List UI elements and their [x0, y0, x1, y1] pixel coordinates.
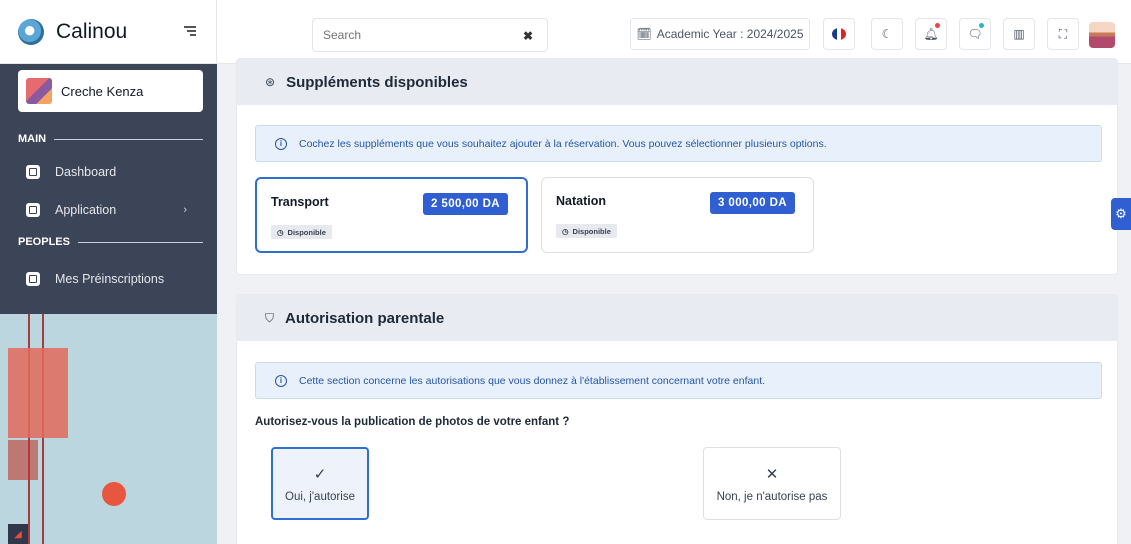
message-dot	[979, 23, 984, 28]
status-badge: ◷ Disponible	[271, 225, 332, 239]
menu-toggle-icon[interactable]	[184, 26, 196, 36]
list-icon	[26, 272, 40, 286]
school-avatar	[26, 78, 52, 104]
brand-logo-icon	[18, 19, 44, 45]
notifications-button[interactable]: 🔔︎	[915, 18, 947, 50]
option-name: Natation	[556, 194, 606, 208]
choice-label: Oui, j'autorise	[285, 490, 355, 503]
search-box[interactable]: ✖	[312, 18, 548, 52]
messages-button[interactable]: 🗨	[959, 18, 991, 50]
info-icon: i	[275, 137, 287, 150]
notification-dot	[935, 23, 940, 28]
academic-year-button[interactable]: 🗓 Academic Year : 2024/2025	[630, 18, 810, 50]
status-label: Disponible	[572, 226, 611, 236]
supplement-option-natation[interactable]: Natation 3 000,00 DA ◷ Disponible	[541, 177, 814, 253]
fullscreen-icon: ⛶	[1058, 26, 1068, 41]
authorization-info-alert: i Cette section concerne les autorisatio…	[255, 362, 1102, 399]
french-flag-icon	[832, 28, 846, 40]
decor-lamp	[8, 348, 68, 438]
close-icon[interactable]: ✖	[523, 29, 533, 43]
option-price: 2 500,00 DA	[423, 193, 508, 215]
school-selector[interactable]: Creche Kenza	[18, 70, 203, 112]
status-badge: ◷ Disponible	[556, 224, 617, 238]
clock-icon: ◷	[562, 226, 569, 236]
dark-mode-button[interactable]: ☾	[871, 18, 903, 50]
sidebar-item-label: Mes Préinscriptions	[55, 272, 165, 286]
photo-question: Autorisez-vous la publication de photos …	[255, 416, 570, 428]
sidebar-item-dashboard[interactable]: Dashboard	[26, 165, 201, 179]
sidebar: ◢ Creche Kenza MAIN Dashboard Applicatio…	[0, 64, 217, 544]
choice-yes[interactable]: ✓ Oui, j'autorise	[271, 447, 369, 520]
chevron-right-icon: ›	[183, 204, 187, 216]
brand: Calinou	[0, 0, 217, 64]
status-label: Disponible	[287, 227, 326, 237]
supplements-header: ⊛ Suppléments disponibles	[237, 59, 1117, 105]
calendar-icon: 🗓	[636, 27, 652, 41]
authorization-card: ⛉ Autorisation parentale i Cette section…	[236, 294, 1118, 544]
supplements-info-alert: i Cochez les suppléments que vous souhai…	[255, 125, 1102, 162]
option-name: Transport	[271, 195, 329, 209]
application-icon	[26, 203, 40, 217]
decor-lamp	[8, 440, 38, 480]
decor-lamp-ball	[102, 482, 126, 506]
authorization-header: ⛉ Autorisation parentale	[237, 295, 1117, 341]
authorization-title: Autorisation parentale	[285, 309, 445, 327]
box-icon: ⊛	[265, 75, 276, 89]
user-avatar[interactable]	[1089, 22, 1115, 48]
apps-button[interactable]: ▥	[1003, 18, 1035, 50]
top-header: Calinou ✖ 🗓 Academic Year : 2024/2025 ☾ …	[0, 0, 1131, 64]
sidebar-item-label: Application	[55, 203, 117, 217]
brand-name: Calinou	[56, 20, 128, 43]
sidebar-item-preinscriptions[interactable]: Mes Préinscriptions	[26, 272, 201, 286]
option-price: 3 000,00 DA	[710, 192, 795, 214]
x-icon: ✕	[765, 465, 779, 483]
bell-icon: 🔔︎	[923, 27, 939, 41]
sidebar-section-peoples: PEOPLES	[18, 236, 203, 248]
dashboard-icon	[26, 165, 40, 179]
choice-no[interactable]: ✕ Non, je n'autorise pas	[703, 447, 841, 520]
sidebar-item-application[interactable]: Application ›	[26, 203, 201, 217]
sidebar-section-main: MAIN	[18, 133, 203, 145]
moon-icon: ☾	[881, 27, 893, 41]
academic-year-label: Academic Year : 2024/2025	[656, 27, 804, 41]
supplements-info-text: Cochez les suppléments que vous souhaite…	[299, 137, 827, 150]
shield-icon: ⛉	[265, 310, 275, 325]
clock-icon: ◷	[277, 227, 284, 237]
supplements-title: Suppléments disponibles	[286, 73, 468, 91]
choice-label: Non, je n'autorise pas	[716, 490, 828, 503]
sidebar-item-label: Dashboard	[55, 165, 117, 179]
info-icon: i	[275, 374, 287, 387]
language-button[interactable]	[823, 18, 855, 50]
supplement-option-transport[interactable]: Transport 2 500,00 DA ◷ Disponible	[255, 177, 528, 253]
laravel-icon: ◢	[8, 524, 28, 544]
supplements-card: ⊛ Suppléments disponibles i Cochez les s…	[236, 58, 1118, 275]
settings-gear-icon[interactable]: ⚙	[1111, 198, 1131, 230]
check-icon: ✓	[313, 465, 327, 483]
school-name: Creche Kenza	[61, 83, 144, 99]
search-input[interactable]	[323, 28, 503, 42]
chat-icon: 🗨	[967, 27, 983, 41]
fullscreen-button[interactable]: ⛶	[1047, 18, 1079, 50]
chart-icon: ▥	[1013, 27, 1025, 41]
authorization-info-text: Cette section concerne les autorisations…	[299, 374, 766, 387]
